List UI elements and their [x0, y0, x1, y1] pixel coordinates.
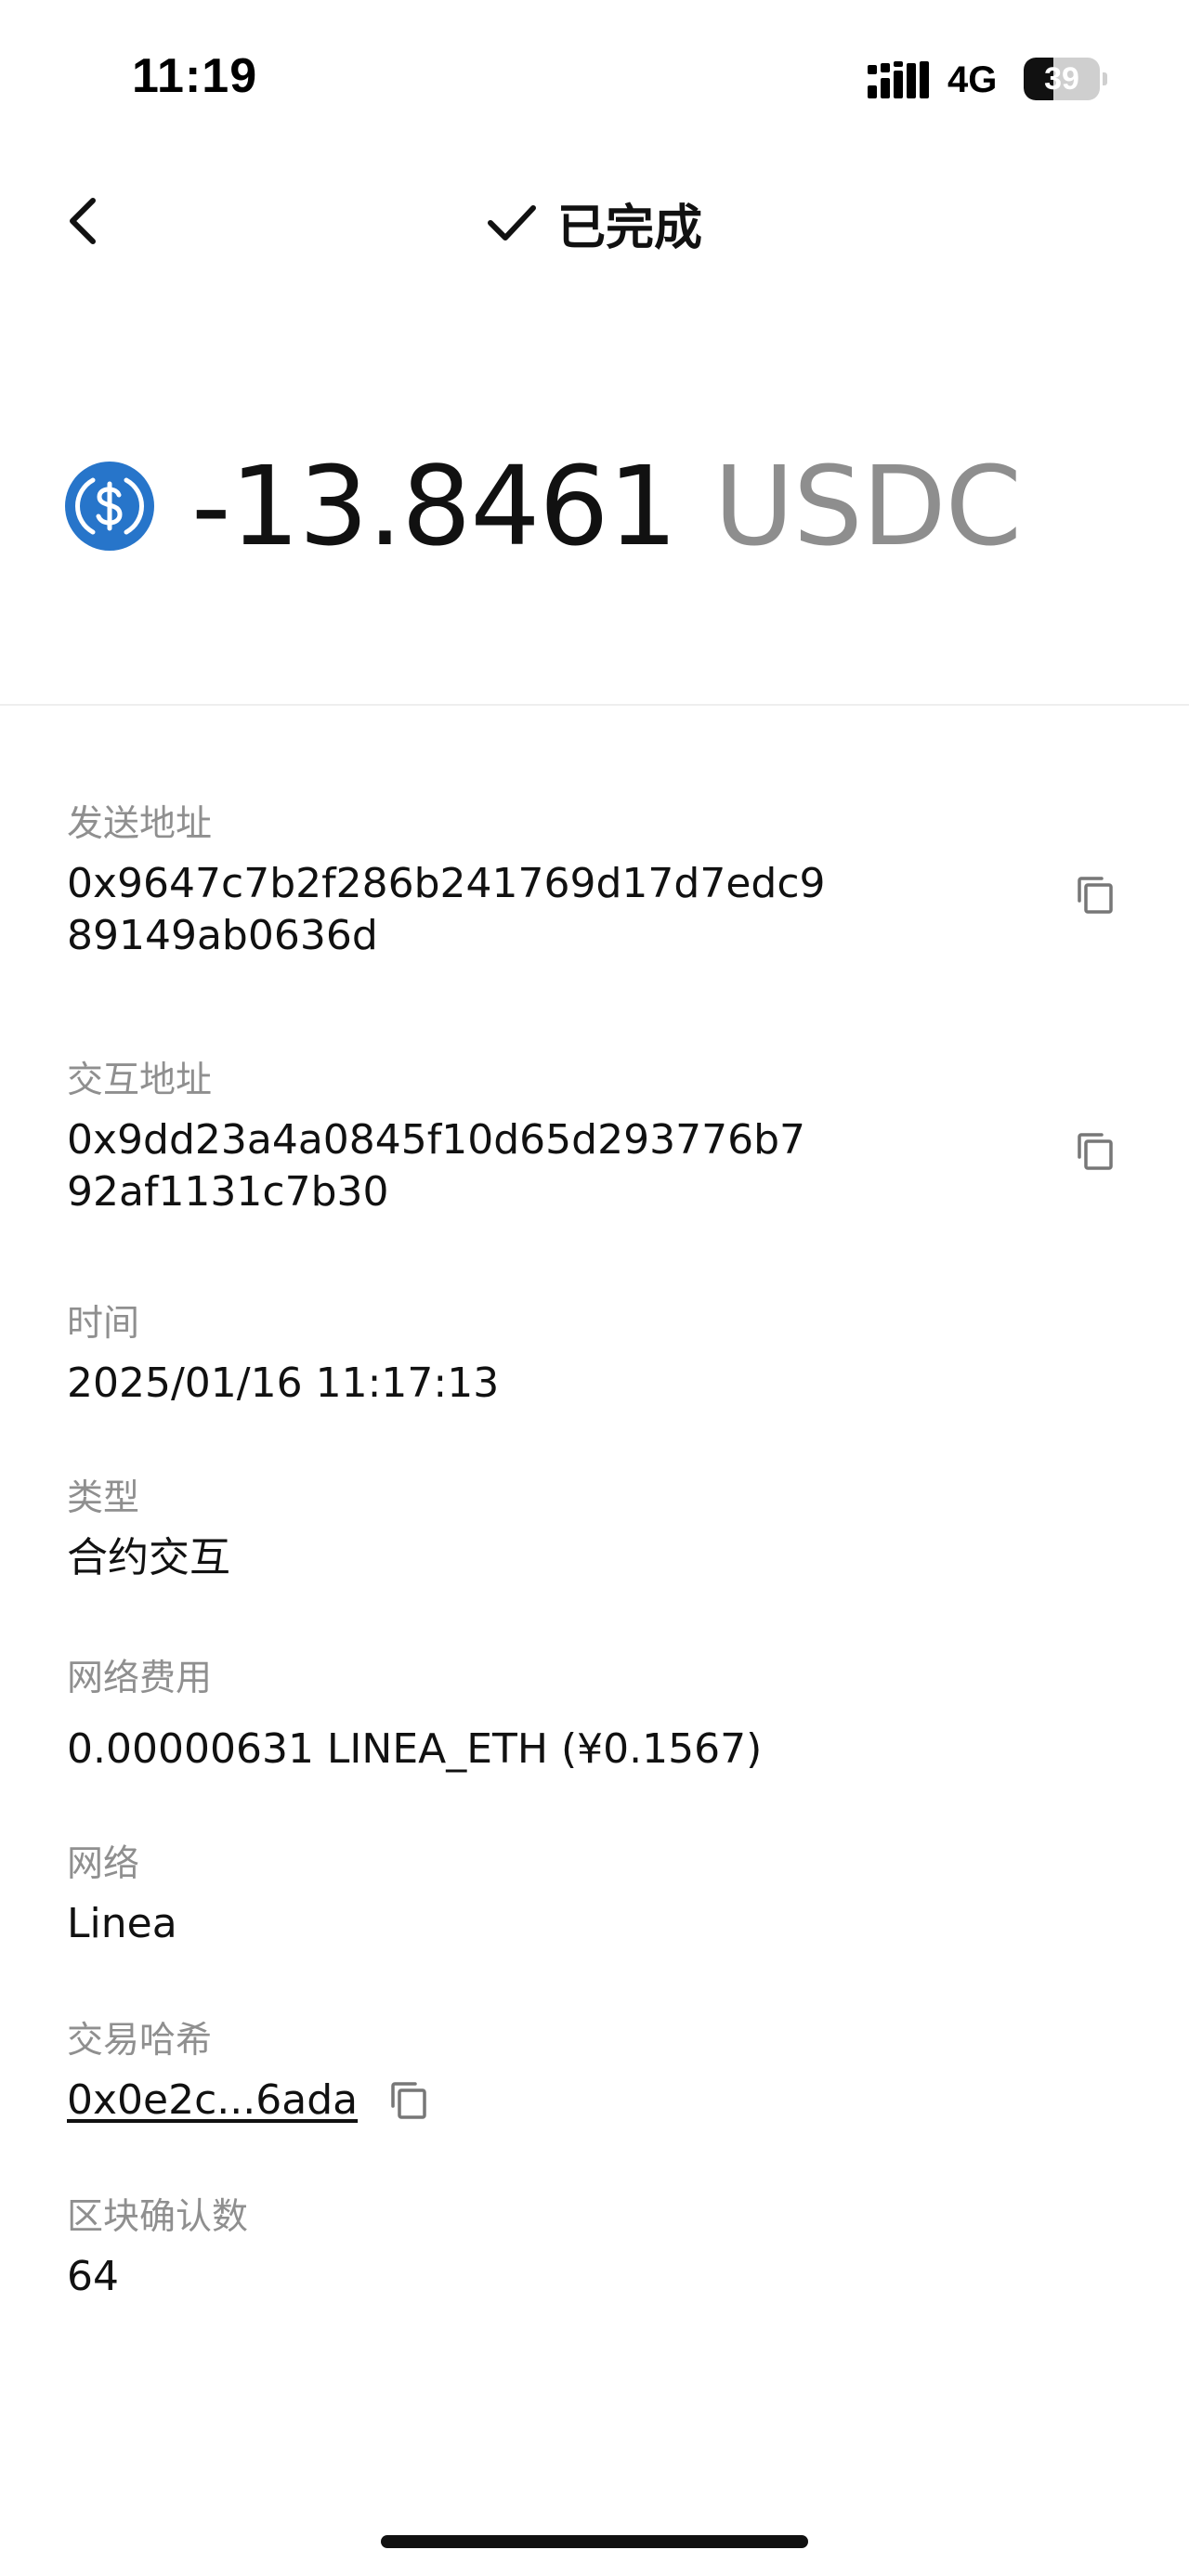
confirmations-field: 区块确认数 64 [67, 2193, 1126, 2303]
battery-icon: 39 [1024, 58, 1107, 100]
sender-address-field: 发送地址 0x9647c7b2f286b241769d17d7edc989149… [67, 800, 1126, 962]
network-fee-value: 0.00000631 LINEA_ETH (¥0.1567) [67, 1725, 763, 1773]
network-field: 网络 Linea [67, 1841, 1126, 1950]
page-title: 已完成 [485, 190, 703, 256]
network-fee-field: 网络费用 0.00000631 LINEA_ETH (¥0.1567) [67, 1655, 1126, 1776]
time-label: 时间 [67, 1303, 140, 1345]
check-icon [488, 205, 536, 241]
home-indicator [381, 2535, 808, 2548]
type-value: 合约交互 [67, 1534, 230, 1581]
tx-hash-link[interactable]: 0x0e2c...6ada [67, 2075, 358, 2127]
sender-address-label: 发送地址 [67, 803, 213, 845]
network-value: Linea [67, 1900, 177, 1947]
contract-address-value: 0x9dd23a4a0845f10d65d293776b792af1131c7b… [67, 1116, 805, 1216]
status-bar: 11:19 4G 39 [0, 0, 1189, 158]
sender-address-value: 0x9647c7b2f286b241769d17d7edc989149ab063… [67, 860, 826, 959]
copy-icon[interactable] [1072, 1129, 1117, 1174]
signal-icon [868, 61, 929, 98]
usdc-icon [65, 462, 154, 551]
tx-hash-label: 交易哈希 [67, 2020, 213, 2062]
status-time: 11:19 [132, 49, 258, 103]
type-field: 类型 合约交互 [67, 1475, 1126, 1584]
battery-level: 39 [1044, 61, 1079, 97]
contract-address-field: 交互地址 0x9dd23a4a0845f10d65d293776b792af11… [67, 1057, 1126, 1218]
network-fee-label: 网络费用 [67, 1658, 213, 1699]
confirmations-label: 区块确认数 [67, 2196, 249, 2238]
contract-address-label: 交互地址 [67, 1060, 213, 1101]
back-button[interactable] [58, 191, 106, 251]
amount-unit: USDC [713, 442, 1023, 570]
copy-icon[interactable] [385, 2078, 430, 2123]
divider [0, 704, 1189, 706]
time-field: 时间 2025/01/16 11:17:13 [67, 1300, 1126, 1410]
time-value: 2025/01/16 11:17:13 [67, 1360, 500, 1407]
amount-row: -13.8461 USDC [65, 436, 1023, 576]
type-label: 类型 [67, 1477, 140, 1519]
network-type: 4G [947, 59, 998, 100]
network-label: 网络 [67, 1843, 140, 1885]
confirmations-value: 64 [67, 2253, 119, 2300]
tx-hash-field: 交易哈希 0x0e2c...6ada [67, 2017, 1126, 2127]
amount-value: -13.8461 [191, 442, 678, 570]
copy-icon[interactable] [1072, 873, 1117, 917]
status-title: 已完成 [557, 200, 703, 256]
